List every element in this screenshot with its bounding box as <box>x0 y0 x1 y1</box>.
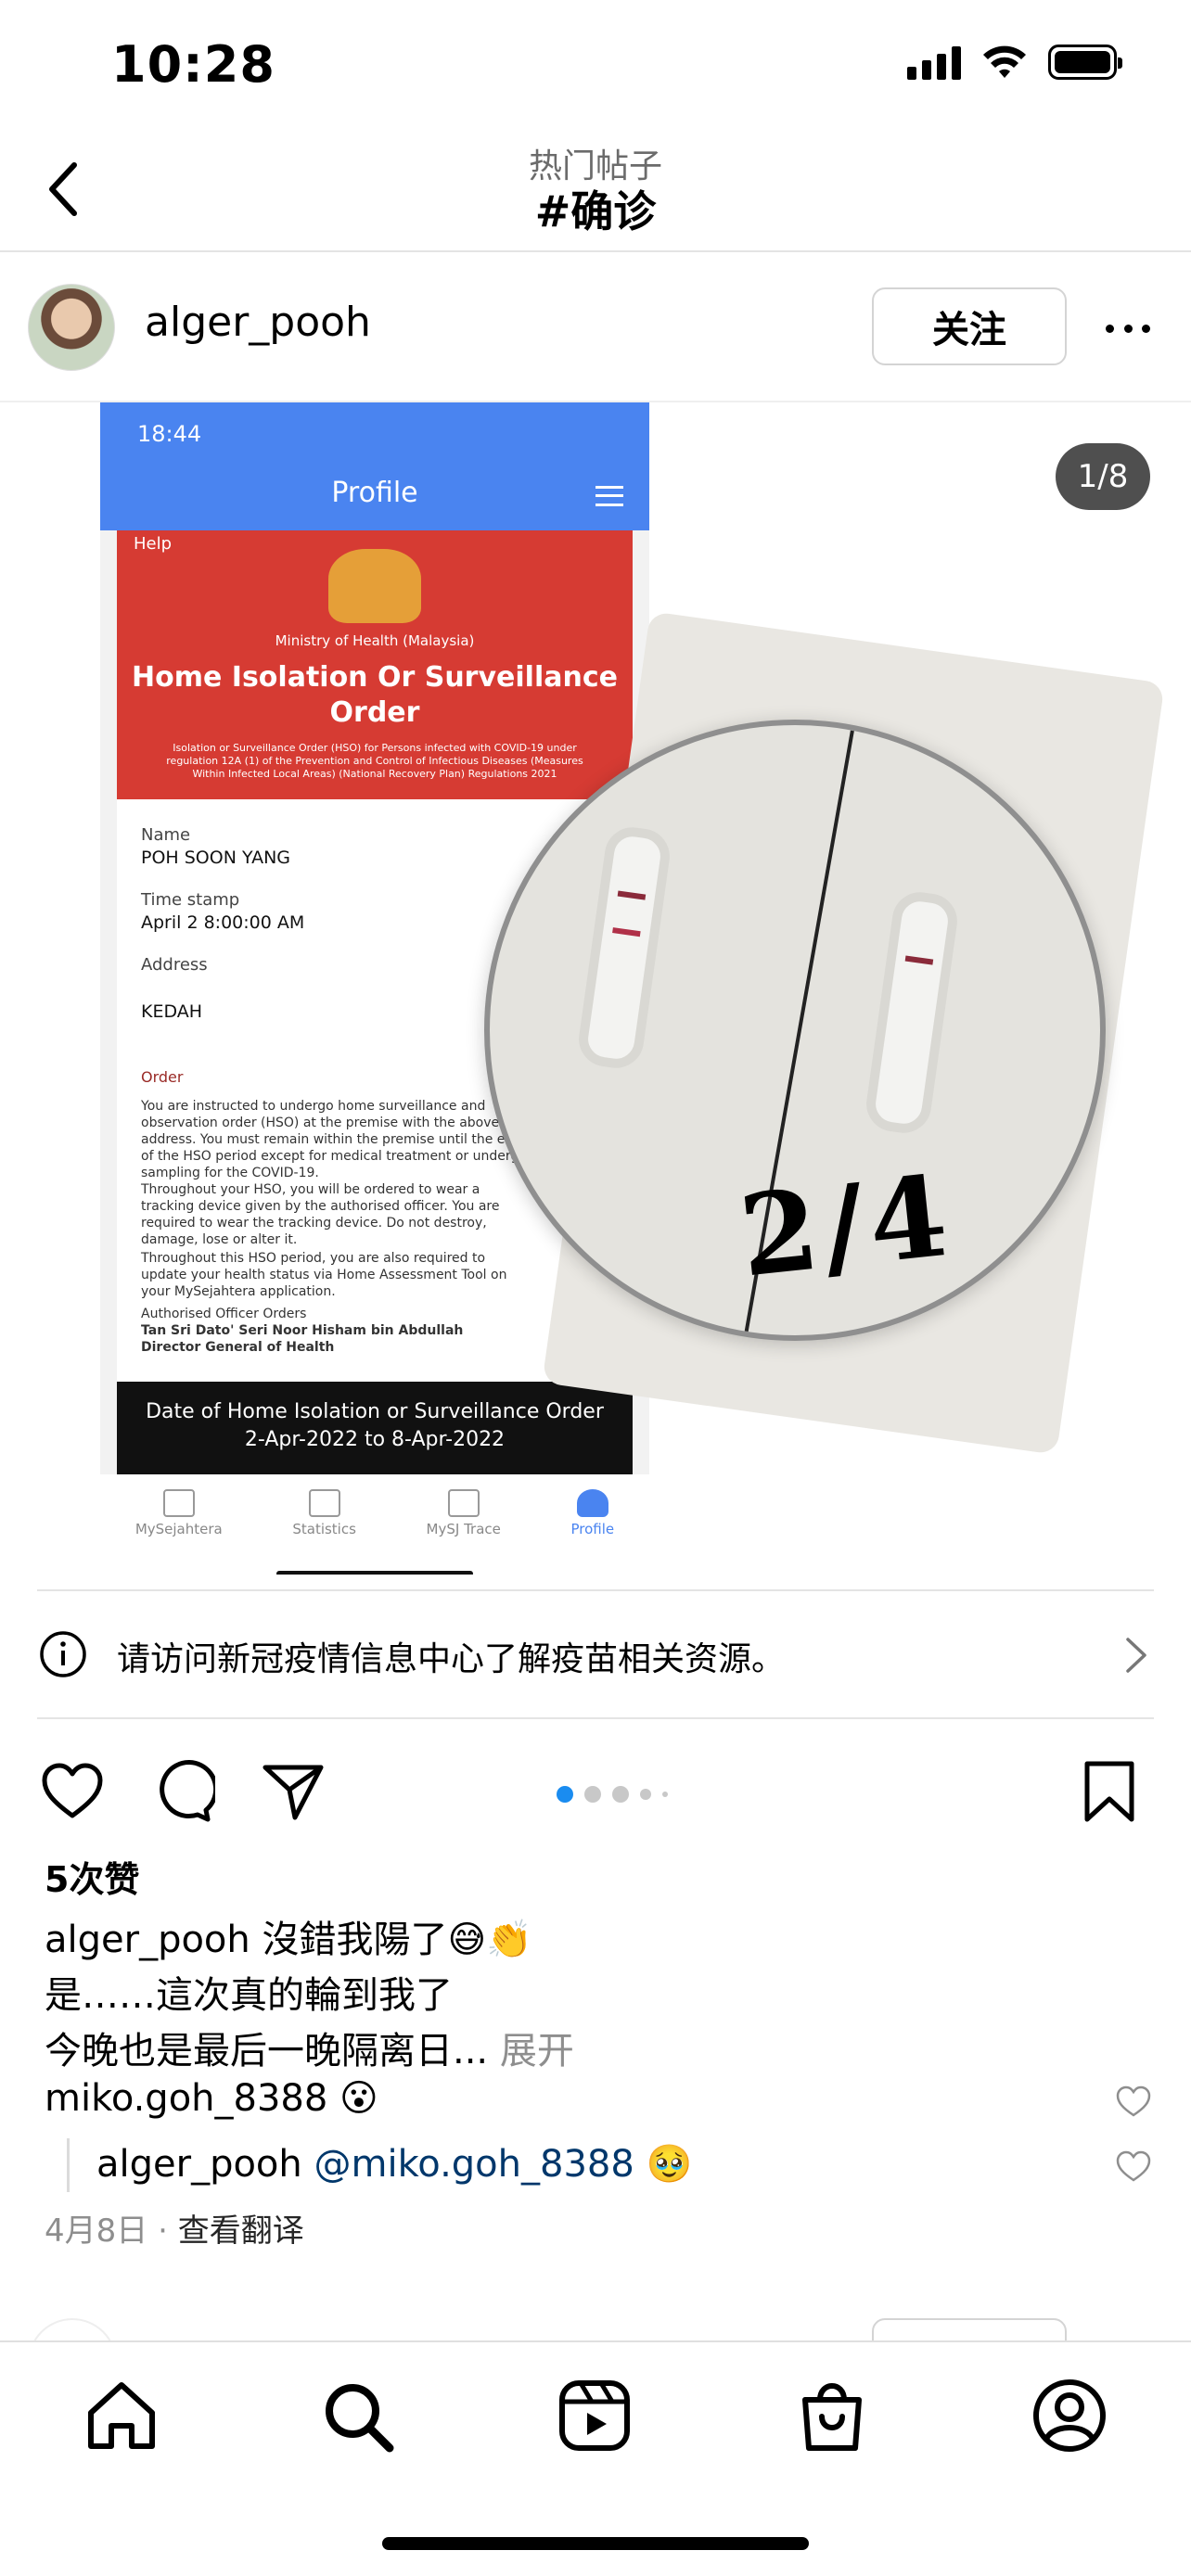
order-date-value: 2-Apr-2022 to 8-Apr-2022 <box>244 1428 506 1451</box>
reply-mention[interactable]: @miko.goh_8388 <box>314 2143 634 2186</box>
status-bar: 10:28 <box>0 0 1191 130</box>
officer-label: Authorised Officer Orders <box>141 1307 307 1321</box>
caption-username[interactable]: alger_pooh <box>45 1919 250 1961</box>
post-caption: alger_pooh 沒錯我陽了😅👏 是……這次真的輪到我了 今晚也是最后一晚隔… <box>45 1912 1139 2079</box>
search-icon[interactable] <box>317 2376 397 2455</box>
screen-tab-mysejahtera: MySejahtera <box>135 1489 223 1537</box>
screen-title: Profile <box>331 477 418 509</box>
comment-like-icon[interactable] <box>1115 2085 1152 2118</box>
reply-item: alger_pooh @miko.goh_8388 🥹 <box>96 2142 1191 2186</box>
help-label: Help <box>134 534 173 554</box>
order-date-box: Date of Home Isolation or Surveillance O… <box>117 1382 633 1474</box>
expand-caption-link[interactable]: 展开 <box>500 2030 574 2072</box>
order-text-3: Throughout this HSO period, you are also… <box>141 1251 507 1299</box>
reply-username[interactable]: alger_pooh <box>96 2143 302 2186</box>
profile-icon[interactable] <box>1030 2376 1109 2455</box>
comment-item: miko.goh_8388 😮 <box>45 2077 1139 2120</box>
top-nav: 热门帖子 #确诊 <box>0 130 1191 252</box>
reply-text: 🥹 <box>634 2143 693 2186</box>
officer-name: Tan Sri Dato' Seri Noor Hisham bin Abdul… <box>141 1323 464 1338</box>
slide-counter: 1/8 <box>1056 443 1150 510</box>
covid-info-banner[interactable]: 请访问新冠疫情信息中心了解疫苗相关资源。 <box>37 1589 1154 1719</box>
carousel-dots <box>557 1786 668 1803</box>
home-indicator <box>382 2537 809 2550</box>
order-date-label: Date of Home Isolation or Surveillance O… <box>146 1400 604 1423</box>
reply-indicator <box>67 2138 70 2192</box>
info-banner-text: 请访问新冠疫情信息中心了解疫苗相关资源。 <box>117 1640 786 1678</box>
screen-header: 18:44 Profile <box>100 402 649 530</box>
address-label: Address <box>141 955 208 975</box>
status-time: 10:28 <box>111 35 275 94</box>
signal-icon <box>907 45 961 80</box>
caption-line-1: 沒錯我陽了😅👏 <box>250 1919 532 1961</box>
comment-username[interactable]: miko.goh_8388 <box>45 2077 327 2120</box>
test-strip-left <box>575 823 673 1072</box>
bookmark-icon[interactable] <box>1076 1758 1143 1825</box>
page-title: #确诊 <box>534 186 657 236</box>
order-label: Order <box>141 1068 184 1086</box>
like-count[interactable]: 5次赞 <box>45 1851 139 1902</box>
wifi-icon <box>983 45 1026 78</box>
battery-icon <box>1048 45 1122 80</box>
avatar[interactable] <box>28 284 115 371</box>
info-icon <box>40 1631 86 1677</box>
post-media[interactable]: 18:44 Profile Help Ministry of Health (M… <box>0 402 1191 1575</box>
chevron-right-icon <box>1126 1638 1146 1673</box>
post-username[interactable]: alger_pooh <box>145 299 371 346</box>
caption-line-2: 是……這次真的輪到我了 <box>45 1974 453 2017</box>
timestamp-label: Time stamp <box>141 890 240 910</box>
name-label: Name <box>141 825 191 845</box>
officer-title: Director General of Health <box>141 1340 335 1355</box>
more-options-icon[interactable] <box>1106 310 1150 347</box>
screen-tab-mysj-trace: MySJ Trace <box>427 1489 501 1537</box>
reply-like-icon[interactable] <box>1115 2149 1152 2183</box>
name-value: POH SOON YANG <box>141 848 291 868</box>
comment-text: 😮 <box>327 2077 378 2120</box>
comment-icon[interactable] <box>148 1758 215 1825</box>
bottom-tab-bar <box>0 2340 1191 2576</box>
heart-icon[interactable] <box>39 1758 106 1825</box>
screen-home-indicator <box>276 1571 473 1575</box>
screen-tab-statistics: Statistics <box>292 1489 356 1537</box>
reels-icon[interactable] <box>555 2376 634 2455</box>
address-value: KEDAH <box>141 1001 203 1022</box>
order-banner: Help Ministry of Health (Malaysia) Home … <box>117 530 633 799</box>
screen-tab-bar: MySejahtera Statistics MySJ Trace Profil… <box>100 1474 649 1552</box>
status-icons <box>907 45 1122 80</box>
screen-tab-profile: Profile <box>571 1489 614 1537</box>
post-meta: 4月8日 · 查看翻译 <box>45 2213 304 2250</box>
post-actions <box>0 1743 1191 1832</box>
order-text-2: Throughout your HSO, you will be ordered… <box>141 1182 500 1247</box>
caption-line-3: 今晚也是最后一晚隔离日... <box>45 2030 500 2072</box>
order-subheading: Isolation or Surveillance Order (HSO) fo… <box>166 742 583 780</box>
order-heading: Home Isolation Or Surveillance Order <box>132 661 618 729</box>
send-icon[interactable] <box>260 1758 327 1825</box>
follow-button[interactable]: 关注 <box>872 287 1067 365</box>
screen-time: 18:44 <box>137 421 202 447</box>
home-icon[interactable] <box>82 2376 161 2455</box>
test-strip-right <box>863 888 961 1137</box>
menu-icon <box>596 486 623 506</box>
post-date: 4月8日 <box>45 2213 148 2250</box>
order-text-1: You are instructed to undergo home surve… <box>141 1099 527 1180</box>
timestamp-value: April 2 8:00:00 AM <box>141 912 305 933</box>
post-header: alger_pooh 关注 <box>0 252 1191 402</box>
test-kit-zoom: 2/4 <box>484 720 1106 1341</box>
handwritten-date: 2/4 <box>734 1150 959 1303</box>
translate-link[interactable]: 查看翻译 <box>178 2213 304 2250</box>
coat-of-arms-icon <box>328 549 421 623</box>
ministry-label: Ministry of Health (Malaysia) <box>275 632 475 649</box>
shop-icon[interactable] <box>792 2376 872 2455</box>
